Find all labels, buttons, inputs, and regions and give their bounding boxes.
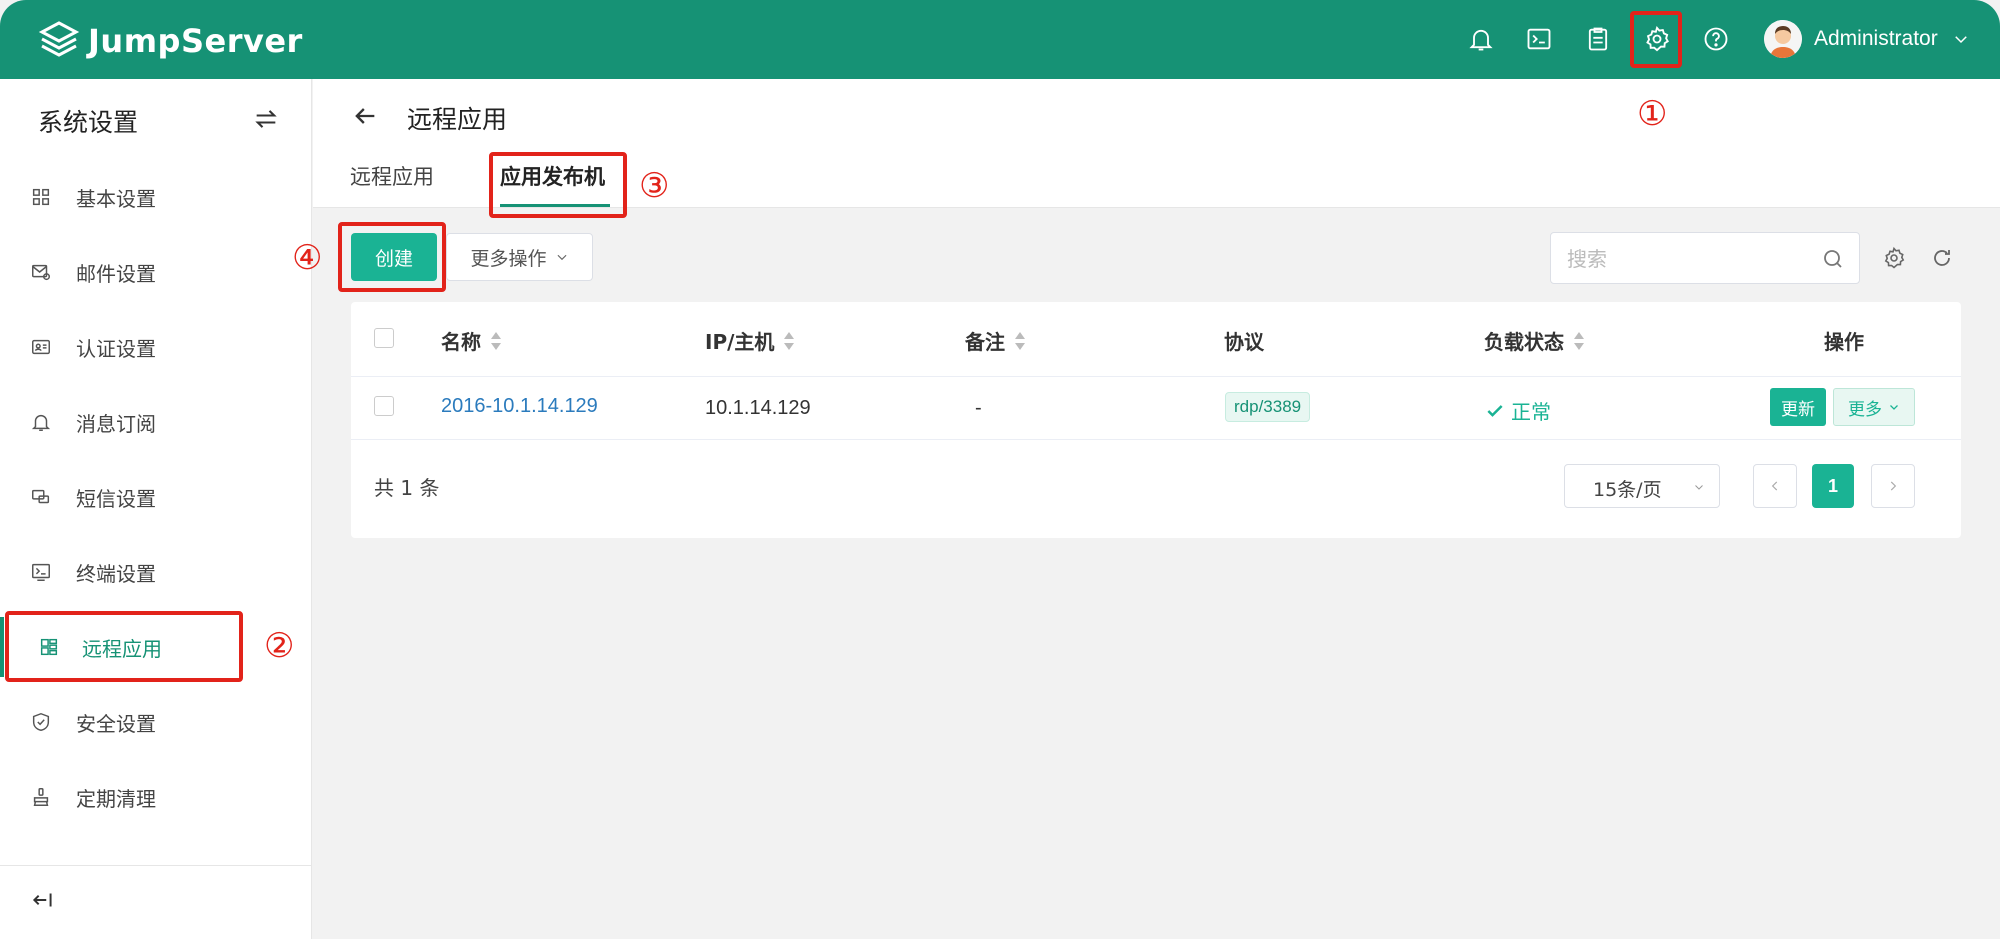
mail-settings-icon [32, 264, 50, 281]
terminal-icon [1527, 28, 1551, 50]
highlight-remote-apps [5, 611, 243, 682]
protocol-tag: rdp/3389 [1225, 392, 1311, 422]
chevron-down-icon [1890, 405, 1898, 410]
bell-icon [1469, 29, 1493, 51]
clean-icon [33, 788, 49, 806]
sidebar-item-periodic-cleanup[interactable]: 定期清理 [0, 767, 312, 827]
tickets-button[interactable] [1581, 22, 1615, 56]
sidebar-item-label: 短信设置 [76, 486, 156, 511]
app-name: JumpServer [88, 22, 303, 60]
sidebar-item-label: 基本设置 [76, 186, 156, 211]
column-header-ip[interactable]: IP/主机 [705, 326, 796, 355]
page-title: 远程应用 [407, 105, 508, 134]
table-settings-icon[interactable] [1882, 246, 1906, 270]
highlight-settings [1630, 11, 1682, 68]
search-input[interactable] [1567, 245, 1807, 273]
column-header-load-status[interactable]: 负载状态 [1484, 326, 1586, 355]
sidebar-item-label: 认证设置 [76, 336, 156, 361]
page-size-select[interactable]: 15条/页 [1564, 464, 1720, 508]
total-count: 共 1 条 [374, 476, 440, 500]
arrow-left-icon[interactable] [351, 102, 379, 130]
sidebar: 系统设置 基本设置 邮件设置 认证设置 消息订阅 短信设置 终端设置 远程应用 … [0, 79, 312, 939]
sidebar-item-auth-settings[interactable]: 认证设置 [0, 317, 312, 377]
step-4-marker: ④ [292, 238, 323, 278]
chevron-down-icon [557, 254, 566, 261]
column-header-comment[interactable]: 备注 [965, 326, 1027, 355]
chevron-right-icon [1890, 481, 1897, 491]
sidebar-title: 系统设置 [38, 108, 139, 137]
collapse-sidebar-icon[interactable] [30, 887, 56, 913]
more-actions-label: 更多操作 [470, 247, 547, 270]
header-divider [351, 376, 1961, 377]
sidebar-item-label: 定期清理 [76, 786, 156, 811]
id-card-icon [32, 339, 50, 355]
active-indicator [0, 617, 4, 677]
terminal-icon [32, 563, 50, 581]
jumpserver-logo-icon [38, 21, 80, 57]
highlight-app-publisher-tab [489, 152, 627, 218]
sort-icon [784, 331, 795, 350]
sidebar-item-label: 安全设置 [76, 711, 156, 736]
shield-icon [32, 712, 50, 732]
switch-view-icon[interactable] [252, 105, 280, 133]
clipboard-icon [1588, 27, 1608, 51]
notification-button[interactable] [1464, 22, 1498, 56]
chevron-down-icon [1695, 485, 1703, 490]
row-ip: 10.1.14.129 [705, 397, 811, 419]
column-header-protocol: 协议 [1224, 330, 1264, 354]
row-name-link[interactable]: 2016-10.1.14.129 [441, 395, 598, 418]
sidebar-item-basic-settings[interactable]: 基本设置 [0, 167, 312, 227]
help-button[interactable] [1699, 22, 1733, 56]
sidebar-item-label: 终端设置 [76, 561, 156, 586]
refresh-icon[interactable] [1930, 246, 1954, 270]
table-card: 名称 IP/主机 备注 协议 负载状态 操作 2016-10.1.14.129 … [351, 302, 1961, 538]
sort-icon [491, 331, 501, 350]
logo[interactable]: JumpServer [38, 20, 303, 62]
sidebar-item-email-settings[interactable]: 邮件设置 [0, 242, 312, 302]
message-icon [32, 489, 50, 504]
page-number-current[interactable]: 1 [1812, 464, 1854, 508]
sidebar-item-sms-settings[interactable]: 短信设置 [0, 467, 312, 527]
user-menu[interactable]: Administrator [1764, 20, 1970, 58]
update-button[interactable]: 更新 [1770, 388, 1826, 426]
sort-icon [1015, 331, 1025, 350]
step-2-marker: ② [264, 626, 295, 666]
sidebar-divider [0, 865, 312, 866]
column-header-name[interactable]: 名称 [441, 326, 503, 355]
row-checkbox[interactable] [374, 396, 394, 416]
select-all-checkbox[interactable] [374, 328, 394, 348]
step-1-marker: ① [1637, 94, 1668, 134]
user-avatar-icon [1764, 20, 1802, 58]
chevron-left-icon [1771, 481, 1778, 491]
sort-icon [1574, 331, 1584, 350]
chevron-down-icon [1954, 36, 1967, 44]
row-more-dropdown[interactable]: 更多 [1833, 388, 1915, 426]
grid-icon [32, 188, 50, 206]
row-divider [351, 439, 1961, 440]
prev-page-button[interactable] [1753, 464, 1797, 508]
sidebar-item-label: 邮件设置 [76, 261, 156, 286]
bell-icon [31, 414, 51, 431]
next-page-button[interactable] [1871, 464, 1915, 508]
check-icon [1487, 404, 1503, 417]
search-icon[interactable] [1821, 247, 1845, 271]
highlight-create-button [338, 222, 446, 292]
load-status: 正常 [1485, 396, 1551, 425]
search-box [1550, 232, 1860, 284]
avatar [1764, 20, 1802, 58]
sidebar-item-security-settings[interactable]: 安全设置 [0, 692, 312, 752]
more-actions-dropdown[interactable]: 更多操作 [446, 233, 593, 281]
tab-remote-apps[interactable]: 远程应用 [350, 161, 434, 191]
column-header-actions: 操作 [1824, 330, 1864, 354]
user-name: Administrator [1814, 27, 1938, 50]
sidebar-item-terminal-settings[interactable]: 终端设置 [0, 542, 312, 602]
sidebar-item-label: 消息订阅 [76, 411, 156, 436]
sidebar-item-message-subscription[interactable]: 消息订阅 [0, 392, 312, 452]
step-3-marker: ③ [639, 166, 670, 206]
top-navbar: JumpServer Administrator [0, 0, 2000, 79]
web-terminal-button[interactable] [1522, 22, 1556, 56]
row-comment: - [975, 397, 982, 419]
help-icon [1704, 27, 1728, 51]
